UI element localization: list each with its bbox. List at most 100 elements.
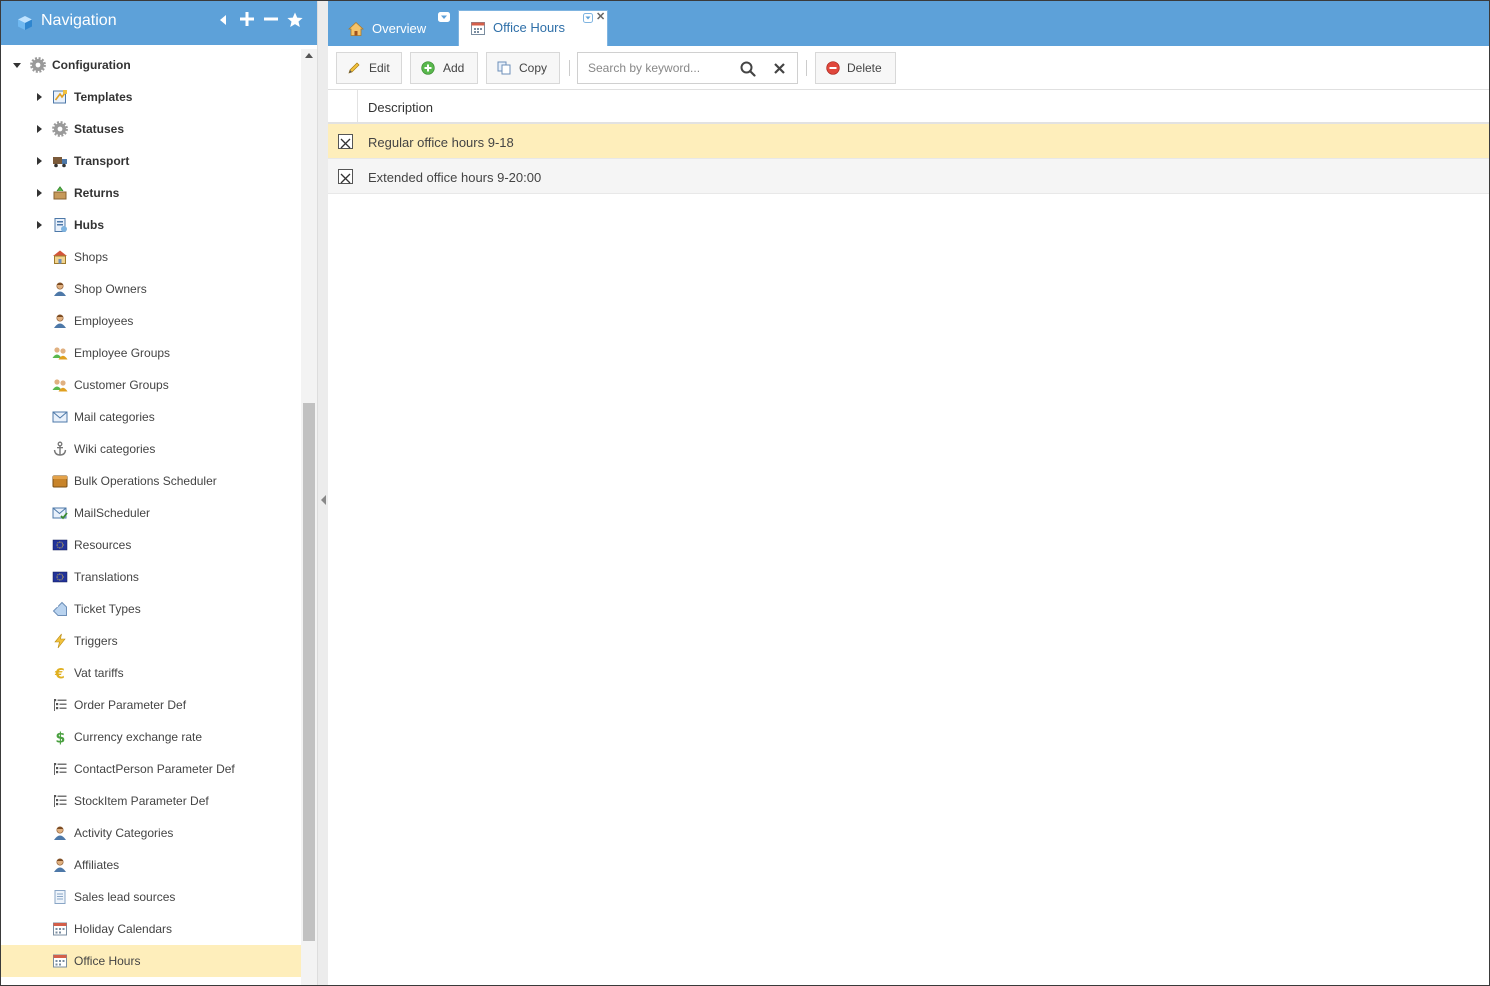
search-box[interactable]	[577, 52, 798, 84]
edit-button-label: Edit	[369, 61, 390, 75]
calendar-icon	[53, 954, 67, 968]
svg-text:€: €	[54, 667, 65, 682]
toolbar-separator	[806, 60, 807, 76]
nav-item-label: Employees	[74, 314, 134, 328]
grid-body: Regular office hours 9-18 Extended office…	[328, 124, 1489, 194]
nav-item-shop-owners[interactable]: Shop Owners	[1, 273, 301, 305]
group-icon	[52, 347, 68, 360]
nav-item-label: Shop Owners	[74, 282, 147, 296]
triangle-right-icon[interactable]	[34, 188, 44, 198]
table-row[interactable]: Regular office hours 9-18	[328, 124, 1489, 159]
triangle-right-icon[interactable]	[34, 220, 44, 230]
triangle-left-icon	[220, 15, 226, 25]
nav-item-label: Currency exchange rate	[74, 730, 203, 744]
nav-item-ticket-types[interactable]: Ticket Types	[1, 593, 301, 625]
toolbar: Edit Add Copy Search by keyword... Delet…	[328, 46, 1489, 90]
delete-button-label: Delete	[847, 61, 882, 75]
triangle-right-icon[interactable]	[34, 156, 44, 166]
nav-item-resources[interactable]: Resources	[1, 529, 301, 561]
nav-item-triggers[interactable]: Triggers	[1, 625, 301, 657]
tab-menu-icon[interactable]	[583, 13, 593, 23]
table-row[interactable]: Extended office hours 9-20:00	[328, 159, 1489, 194]
nav-item-label: Wiki categories	[74, 442, 156, 456]
column-header-description[interactable]: Description	[368, 100, 433, 115]
edit-button[interactable]: Edit	[336, 52, 402, 84]
app-window: Navigation Configuration Templates Statuse…	[0, 0, 1490, 986]
nav-item-label: StockItem Parameter Def	[74, 794, 209, 808]
nav-item-activity-categories[interactable]: Activity Categories	[1, 817, 301, 849]
nav-item-label: Employee Groups	[74, 346, 171, 360]
nav-item-customer-groups[interactable]: Customer Groups	[1, 369, 301, 401]
nav-item-returns[interactable]: Returns	[1, 177, 301, 209]
nav-item-office-hours[interactable]: Office Hours	[1, 945, 301, 977]
search-icon[interactable]	[740, 61, 756, 77]
triangle-down-icon[interactable]	[12, 60, 22, 70]
shop-icon	[53, 250, 67, 264]
row-checkbox[interactable]	[338, 134, 353, 149]
nav-item-affiliates[interactable]: Affiliates	[1, 849, 301, 881]
nav-item-configuration[interactable]: Configuration	[1, 49, 301, 81]
nav-item-holiday-calendars[interactable]: Holiday Calendars	[1, 913, 301, 945]
clear-search-icon[interactable]	[774, 63, 785, 74]
list-icon	[54, 763, 67, 775]
nav-item-wiki-categories[interactable]: Wiki categories	[1, 433, 301, 465]
navigation-scrollbar[interactable]	[301, 49, 317, 985]
nav-item-label: Bulk Operations Scheduler	[74, 474, 217, 488]
scrollbar-thumb[interactable]	[303, 403, 315, 941]
row-checkbox[interactable]	[338, 169, 353, 184]
nav-item-shops[interactable]: Shops	[1, 241, 301, 273]
nav-item-label: Shops	[74, 250, 109, 264]
nav-item-label: Returns	[74, 186, 120, 200]
nav-item-label: Translations	[74, 570, 139, 584]
tab-office-hours[interactable]: Office Hours ✕	[458, 10, 608, 46]
nav-item-label: Templates	[74, 90, 133, 104]
favorites-button[interactable]	[287, 12, 303, 30]
anchor-icon	[53, 441, 67, 456]
nav-item-label: Vat tariffs	[74, 666, 124, 680]
nav-item-label: Customer Groups	[74, 378, 169, 392]
scroll-up-arrow-icon[interactable]	[305, 53, 313, 58]
nav-item-employee-groups[interactable]: Employee Groups	[1, 337, 301, 369]
nav-item-mailscheduler[interactable]: MailScheduler	[1, 497, 301, 529]
nav-item-label: Holiday Calendars	[74, 922, 173, 936]
close-tab-icon[interactable]: ✕	[596, 12, 605, 23]
nav-item-sales-lead-sources[interactable]: Sales lead sources	[1, 881, 301, 913]
box-icon	[52, 475, 68, 488]
tab-menu-icon[interactable]	[438, 12, 450, 22]
nav-item-mail-categories[interactable]: Mail categories	[1, 401, 301, 433]
nav-item-templates[interactable]: Templates	[1, 81, 301, 113]
copy-button[interactable]: Copy	[486, 52, 560, 84]
search-input[interactable]	[578, 53, 738, 83]
nav-item-transport[interactable]: Transport	[1, 145, 301, 177]
nav-item-translations[interactable]: Translations	[1, 561, 301, 593]
triangle-right-icon[interactable]	[34, 92, 44, 102]
gear-icon	[52, 121, 68, 137]
collapse-all-button[interactable]	[263, 12, 279, 30]
nav-item-statuses[interactable]: Statuses	[1, 113, 301, 145]
person-icon	[54, 826, 66, 840]
delete-button[interactable]: Delete	[815, 52, 896, 84]
add-button[interactable]: Add	[410, 52, 478, 84]
nav-item-stockitem-parameter-def[interactable]: StockItem Parameter Def	[1, 785, 301, 817]
nav-item-bulk-operations-scheduler[interactable]: Bulk Operations Scheduler	[1, 465, 301, 497]
nav-item-order-parameter-def[interactable]: Order Parameter Def	[1, 689, 301, 721]
navigation-tree: Configuration Templates Statuses Transport R…	[1, 49, 301, 985]
nav-item-employees[interactable]: Employees	[1, 305, 301, 337]
nav-item-label: Sales lead sources	[74, 890, 176, 904]
splitter-collapse-icon[interactable]	[321, 495, 326, 505]
grid-header-checkbox-column	[328, 90, 358, 124]
nav-item-label: MailScheduler	[74, 506, 151, 520]
svg-text:$: $	[56, 731, 66, 746]
nav-item-contactperson-parameter-def[interactable]: ContactPerson Parameter Def	[1, 753, 301, 785]
panel-splitter[interactable]	[317, 1, 328, 985]
nav-item-hubs[interactable]: Hubs	[1, 209, 301, 241]
expand-all-button[interactable]	[239, 12, 255, 30]
nav-item-currency-exchange-rate[interactable]: $ Currency exchange rate	[1, 721, 301, 753]
nav-item-vat-tariffs[interactable]: € Vat tariffs	[1, 657, 301, 689]
tab-overview[interactable]: Overview	[336, 10, 456, 46]
triangle-right-icon[interactable]	[34, 124, 44, 134]
description-cell: Extended office hours 9-20:00	[368, 170, 542, 185]
tab-office-hours-label: Office Hours	[493, 20, 566, 35]
collapse-panel-button[interactable]	[215, 12, 231, 30]
nav-item-label: Resources	[74, 538, 132, 552]
